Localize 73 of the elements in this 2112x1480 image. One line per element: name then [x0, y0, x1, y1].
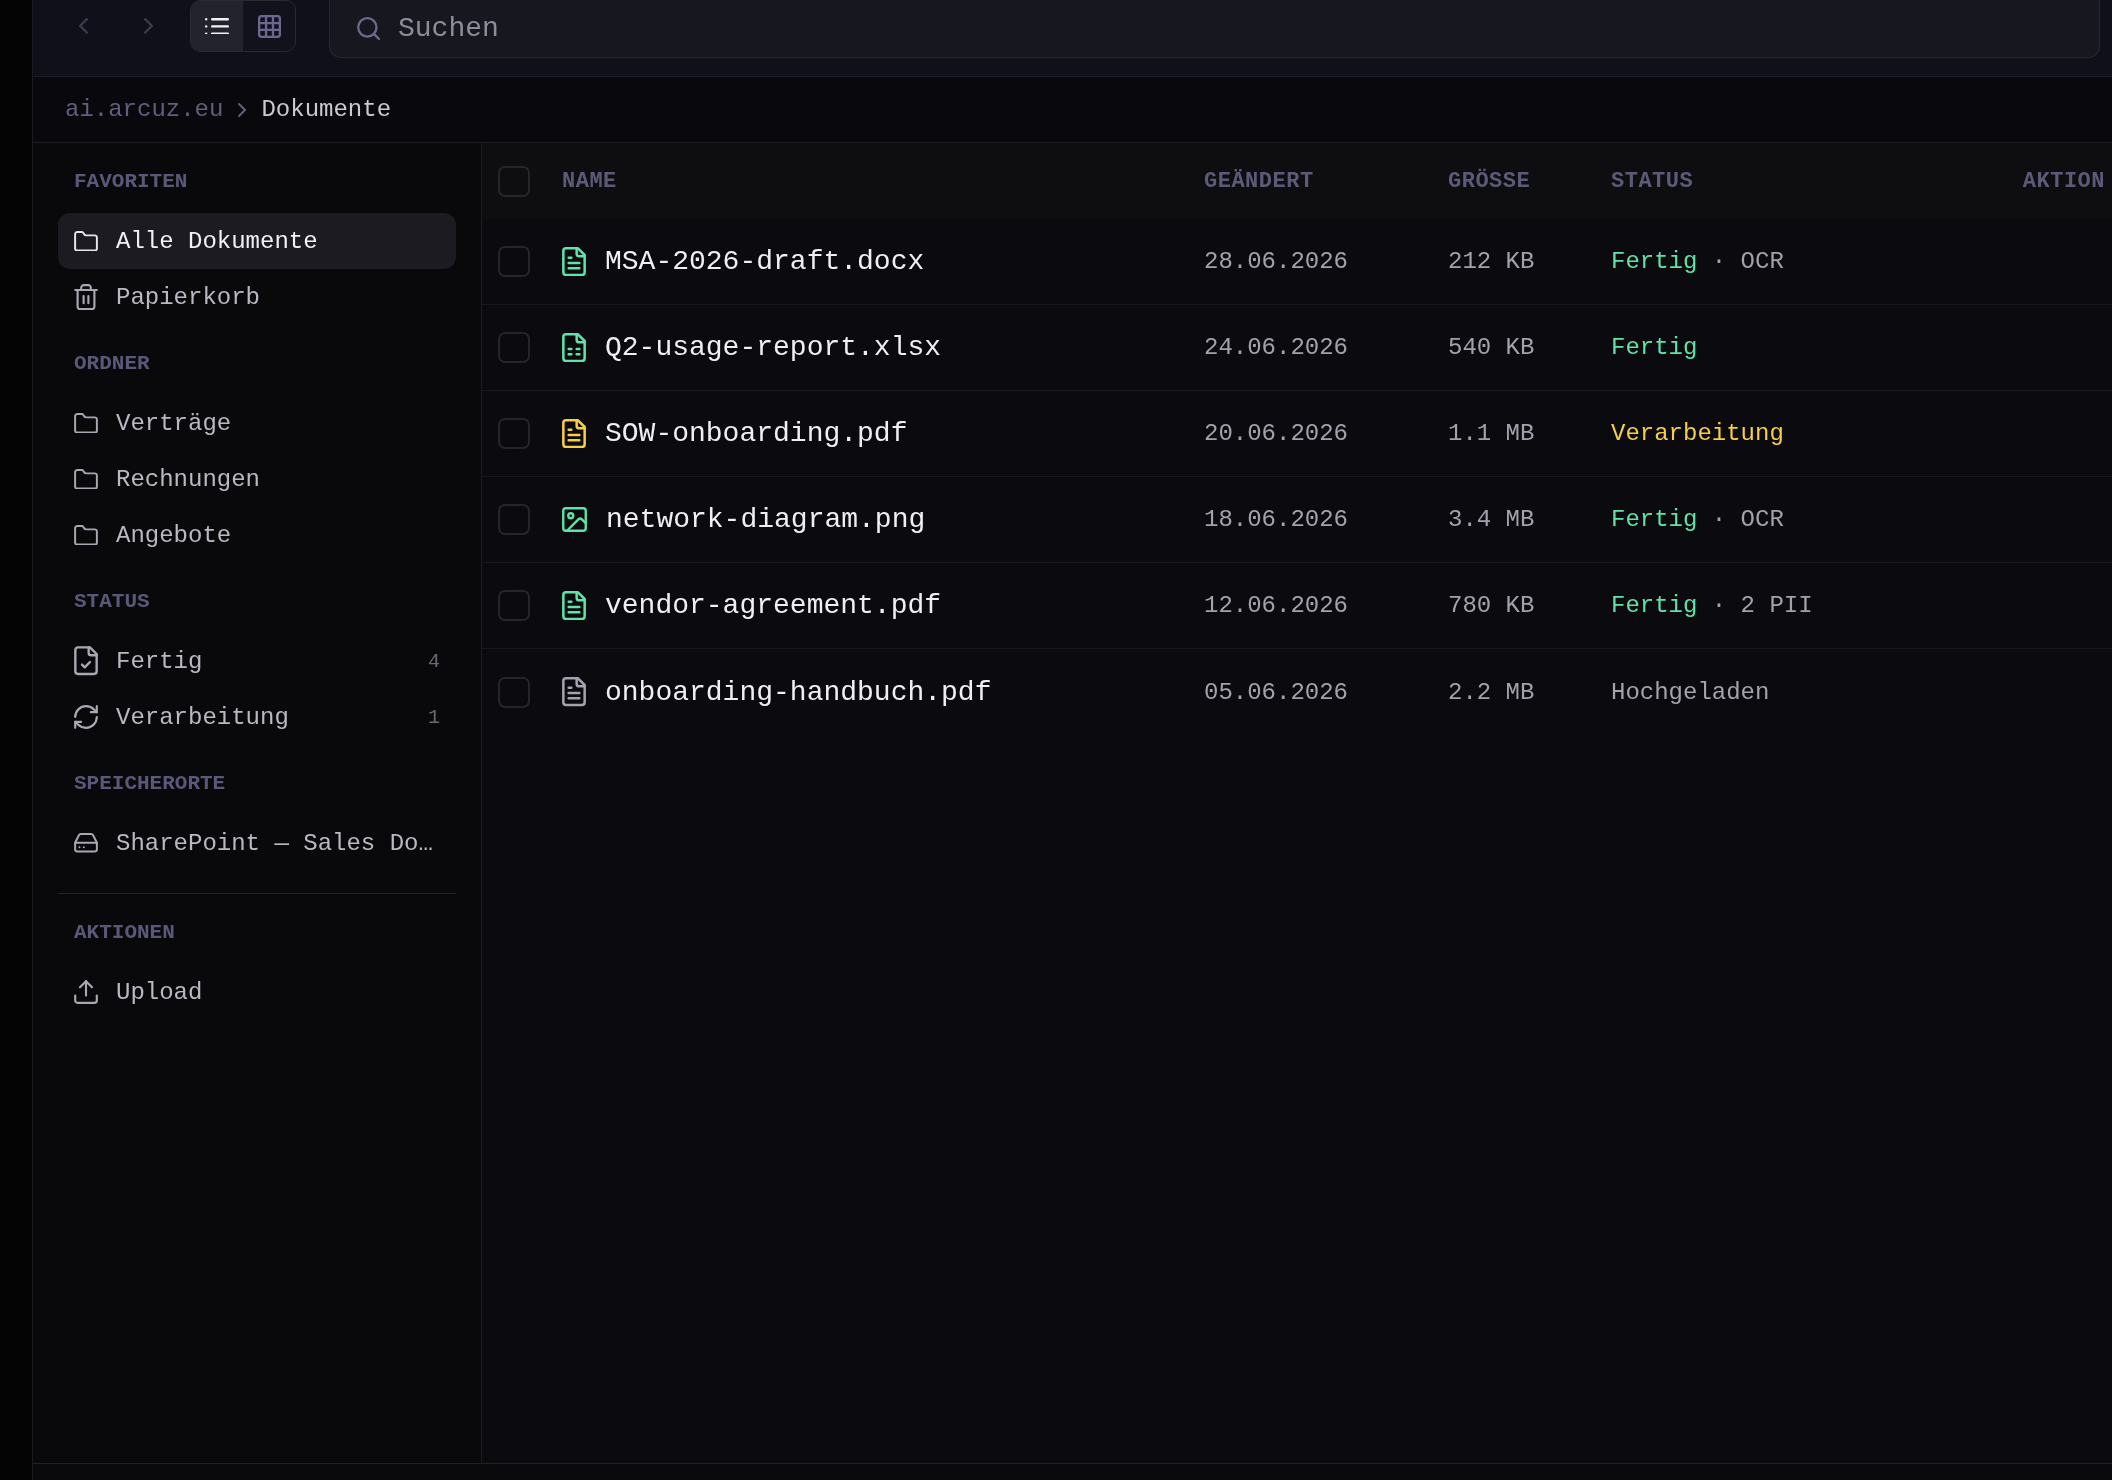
column-header: NAME: [562, 168, 617, 194]
file-name[interactable]: SOW-onboarding.pdf: [605, 418, 908, 449]
column-header: AKTION: [2022, 168, 2105, 194]
sidebar-item[interactable]: Verarbeitung 1: [58, 689, 456, 745]
chevron-icon: [238, 102, 247, 117]
status-label: Fertig: [1611, 334, 1698, 361]
file-name[interactable]: onboarding-handbuch.pdf: [605, 676, 992, 708]
chevron-left-icon: [78, 18, 88, 34]
status-label: Verarbeitung: [1611, 420, 1784, 447]
item-count: 1: [428, 705, 440, 729]
status-label: Fertig: [1611, 506, 1698, 533]
upload-icon: [74, 980, 98, 1004]
row-checkbox[interactable]: [498, 246, 530, 277]
drive-icon: [74, 833, 98, 853]
file-size: 3.4 MB: [1448, 506, 1535, 533]
sidebar-item[interactable]: Angebote: [58, 507, 456, 563]
status-label: Fertig: [1611, 592, 1698, 619]
column-header: GRÖSSE: [1448, 168, 1531, 194]
modified-date: 12.06.2026: [1204, 592, 1349, 619]
status-note: · OCR: [1711, 248, 1784, 275]
search-icon: [357, 17, 380, 40]
status-note: · OCR: [1711, 506, 1784, 533]
list-view-button[interactable]: [191, 1, 243, 51]
file-check-icon: [74, 646, 98, 676]
item-count: 4: [428, 649, 440, 673]
modified-date: 18.06.2026: [1204, 506, 1349, 533]
file-name[interactable]: network-diagram.png: [606, 504, 926, 535]
modified-date: 20.06.2026: [1204, 420, 1349, 447]
action-item[interactable]: Upload: [58, 964, 456, 1020]
sidebar-item[interactable]: SharePoint — Sales Do…: [58, 815, 456, 871]
section-heading: STATUS: [73, 589, 150, 615]
folder-icon: [74, 524, 98, 546]
section-heading: FAVORITEN: [73, 169, 188, 195]
folder-icon: [74, 468, 98, 490]
row-checkbox[interactable]: [498, 332, 530, 363]
status-label: Fertig: [1611, 248, 1698, 275]
folder-icon: [74, 230, 98, 252]
sidebar-item[interactable]: Verträge: [58, 395, 456, 451]
chevron-right-icon: [143, 18, 153, 34]
modified-date: 24.06.2026: [1204, 334, 1349, 361]
modified-date: 05.06.2026: [1204, 678, 1349, 706]
section-heading: SPEICHERORTE: [73, 771, 226, 797]
file-name[interactable]: Q2-usage-report.xlsx: [605, 332, 942, 363]
row-checkbox[interactable]: [498, 590, 530, 621]
grid-icon: [257, 14, 281, 38]
row-checkbox[interactable]: [498, 504, 530, 535]
sidebar-item[interactable]: Alle Dokumente: [58, 213, 456, 269]
section-heading: AKTIONEN: [73, 920, 175, 946]
modified-date: 28.06.2026: [1204, 248, 1349, 275]
list-icon: [205, 17, 229, 35]
status-label: Hochgeladen: [1611, 678, 1770, 706]
file-size: 212 KB: [1448, 248, 1535, 275]
folder-icon: [74, 412, 98, 434]
file-size: 2.2 MB: [1448, 678, 1535, 706]
sidebar-item[interactable]: Papierkorb: [58, 269, 456, 325]
file-size: 780 KB: [1448, 592, 1535, 619]
file-size: 540 KB: [1448, 334, 1535, 361]
breadcrumb-current: Dokumente: [261, 96, 392, 123]
refresh-icon: [74, 705, 98, 729]
file-size: 1.1 MB: [1448, 420, 1535, 447]
file-name[interactable]: MSA-2026-draft.docx: [605, 246, 925, 277]
column-header: STATUS: [1611, 168, 1694, 194]
search-field[interactable]: Suchen: [329, 0, 2100, 58]
trash-icon: [74, 283, 98, 311]
status-note: · 2 PII: [1711, 592, 1813, 619]
sidebar-item[interactable]: Rechnungen: [58, 451, 456, 507]
sidebar-item[interactable]: Fertig 4: [58, 633, 456, 689]
row-checkbox[interactable]: [498, 418, 530, 449]
file-name[interactable]: vendor-agreement.pdf: [605, 590, 942, 621]
column-header: GEÄNDERT: [1204, 168, 1314, 194]
section-heading: ORDNER: [73, 351, 150, 377]
row-checkbox[interactable]: [498, 676, 530, 708]
select-all-checkbox[interactable]: [498, 165, 530, 197]
